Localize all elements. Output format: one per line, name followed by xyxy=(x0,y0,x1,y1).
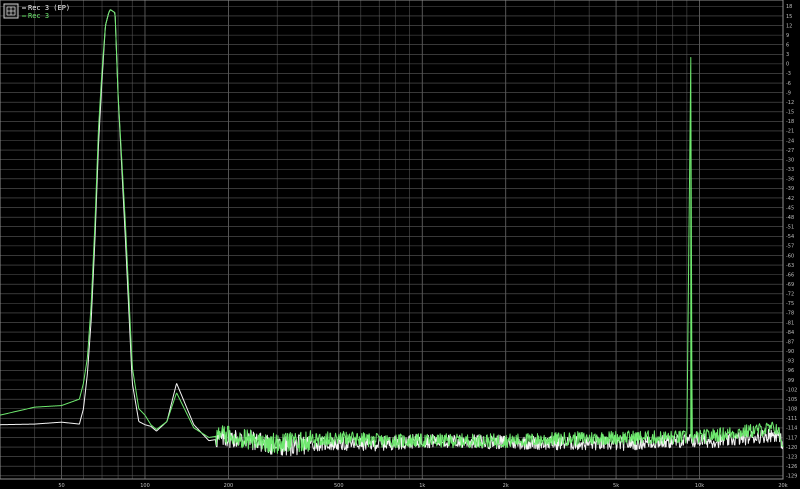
x-tick-label: 500 xyxy=(334,483,344,489)
y-tick-label: -9 xyxy=(786,90,791,96)
y-tick-label: -72 xyxy=(786,292,794,298)
y-tick-label: -75 xyxy=(786,301,794,307)
y-tick-label: -57 xyxy=(786,244,794,250)
y-tick-label: -27 xyxy=(786,148,794,154)
y-tick-label: -84 xyxy=(786,330,794,336)
y-tick-label: 0 xyxy=(786,62,789,68)
legend-entry-rec: Rec 3 xyxy=(28,12,49,20)
y-tick-label: 18 xyxy=(786,4,792,10)
y-tick-label: -48 xyxy=(786,215,794,221)
y-tick-label: -18 xyxy=(786,119,794,125)
legend-entry-ep: Rec 3 (EP) xyxy=(28,4,70,12)
y-tick-label: -63 xyxy=(786,263,794,269)
y-tick-label: -33 xyxy=(786,167,794,173)
y-tick-label: -99 xyxy=(786,378,794,384)
y-tick-label: -126 xyxy=(786,464,797,470)
x-tick-label: 10k xyxy=(695,483,704,489)
y-tick-label: -45 xyxy=(786,205,794,211)
y-tick-label: -117 xyxy=(786,435,797,441)
y-tick-label: -78 xyxy=(786,311,794,317)
y-tick-label: -24 xyxy=(786,138,794,144)
y-tick-label: -69 xyxy=(786,282,794,288)
y-tick-label: -60 xyxy=(786,253,794,259)
y-tick-label: -114 xyxy=(786,426,797,432)
x-tick-label: 1k xyxy=(419,483,425,489)
x-tick-label: 100 xyxy=(140,483,150,489)
y-tick-label: -15 xyxy=(786,110,794,116)
y-tick-label: -12 xyxy=(786,100,794,106)
y-tick-label: -120 xyxy=(786,445,797,451)
y-tick-label: -42 xyxy=(786,196,794,202)
y-tick-label: -51 xyxy=(786,225,794,231)
y-tick-label: -123 xyxy=(786,454,797,460)
y-tick-label: -96 xyxy=(786,368,794,374)
y-tick-label: -102 xyxy=(786,387,797,393)
y-tick-label: -81 xyxy=(786,320,794,326)
y-tick-label: -105 xyxy=(786,397,797,403)
x-tick-label: 5k xyxy=(613,483,619,489)
y-tick-label: -87 xyxy=(786,339,794,345)
x-tick-label: 20k xyxy=(778,483,787,489)
y-tick-label: 9 xyxy=(786,33,789,39)
y-tick-label: -21 xyxy=(786,129,794,135)
y-tick-label: -90 xyxy=(786,349,794,355)
x-tick-label: 50 xyxy=(58,483,64,489)
y-tick-label: -54 xyxy=(786,234,794,240)
y-tick-label: -36 xyxy=(786,177,794,183)
y-tick-label: -39 xyxy=(786,186,794,192)
y-tick-label: -93 xyxy=(786,359,794,365)
y-tick-label: -30 xyxy=(786,157,794,163)
y-tick-label: 15 xyxy=(786,14,792,20)
y-tick-label: -66 xyxy=(786,272,794,278)
y-tick-label: -3 xyxy=(786,71,791,77)
x-tick-label: 2k xyxy=(503,483,509,489)
y-tick-label: -111 xyxy=(786,416,797,422)
y-tick-label: 12 xyxy=(786,23,792,29)
y-tick-label: 6 xyxy=(786,43,789,49)
y-tick-label: -6 xyxy=(786,81,791,87)
y-tick-label: -129 xyxy=(786,474,797,480)
y-tick-label: 3 xyxy=(786,52,789,58)
spectrum-chart: 50 100 200 500 1k 2k 5k 10k 20k 18 15 12 9 6 3 0 -3 -6 -9… xyxy=(0,0,800,489)
x-tick-label: 200 xyxy=(224,483,234,489)
y-tick-label: -108 xyxy=(786,407,797,413)
